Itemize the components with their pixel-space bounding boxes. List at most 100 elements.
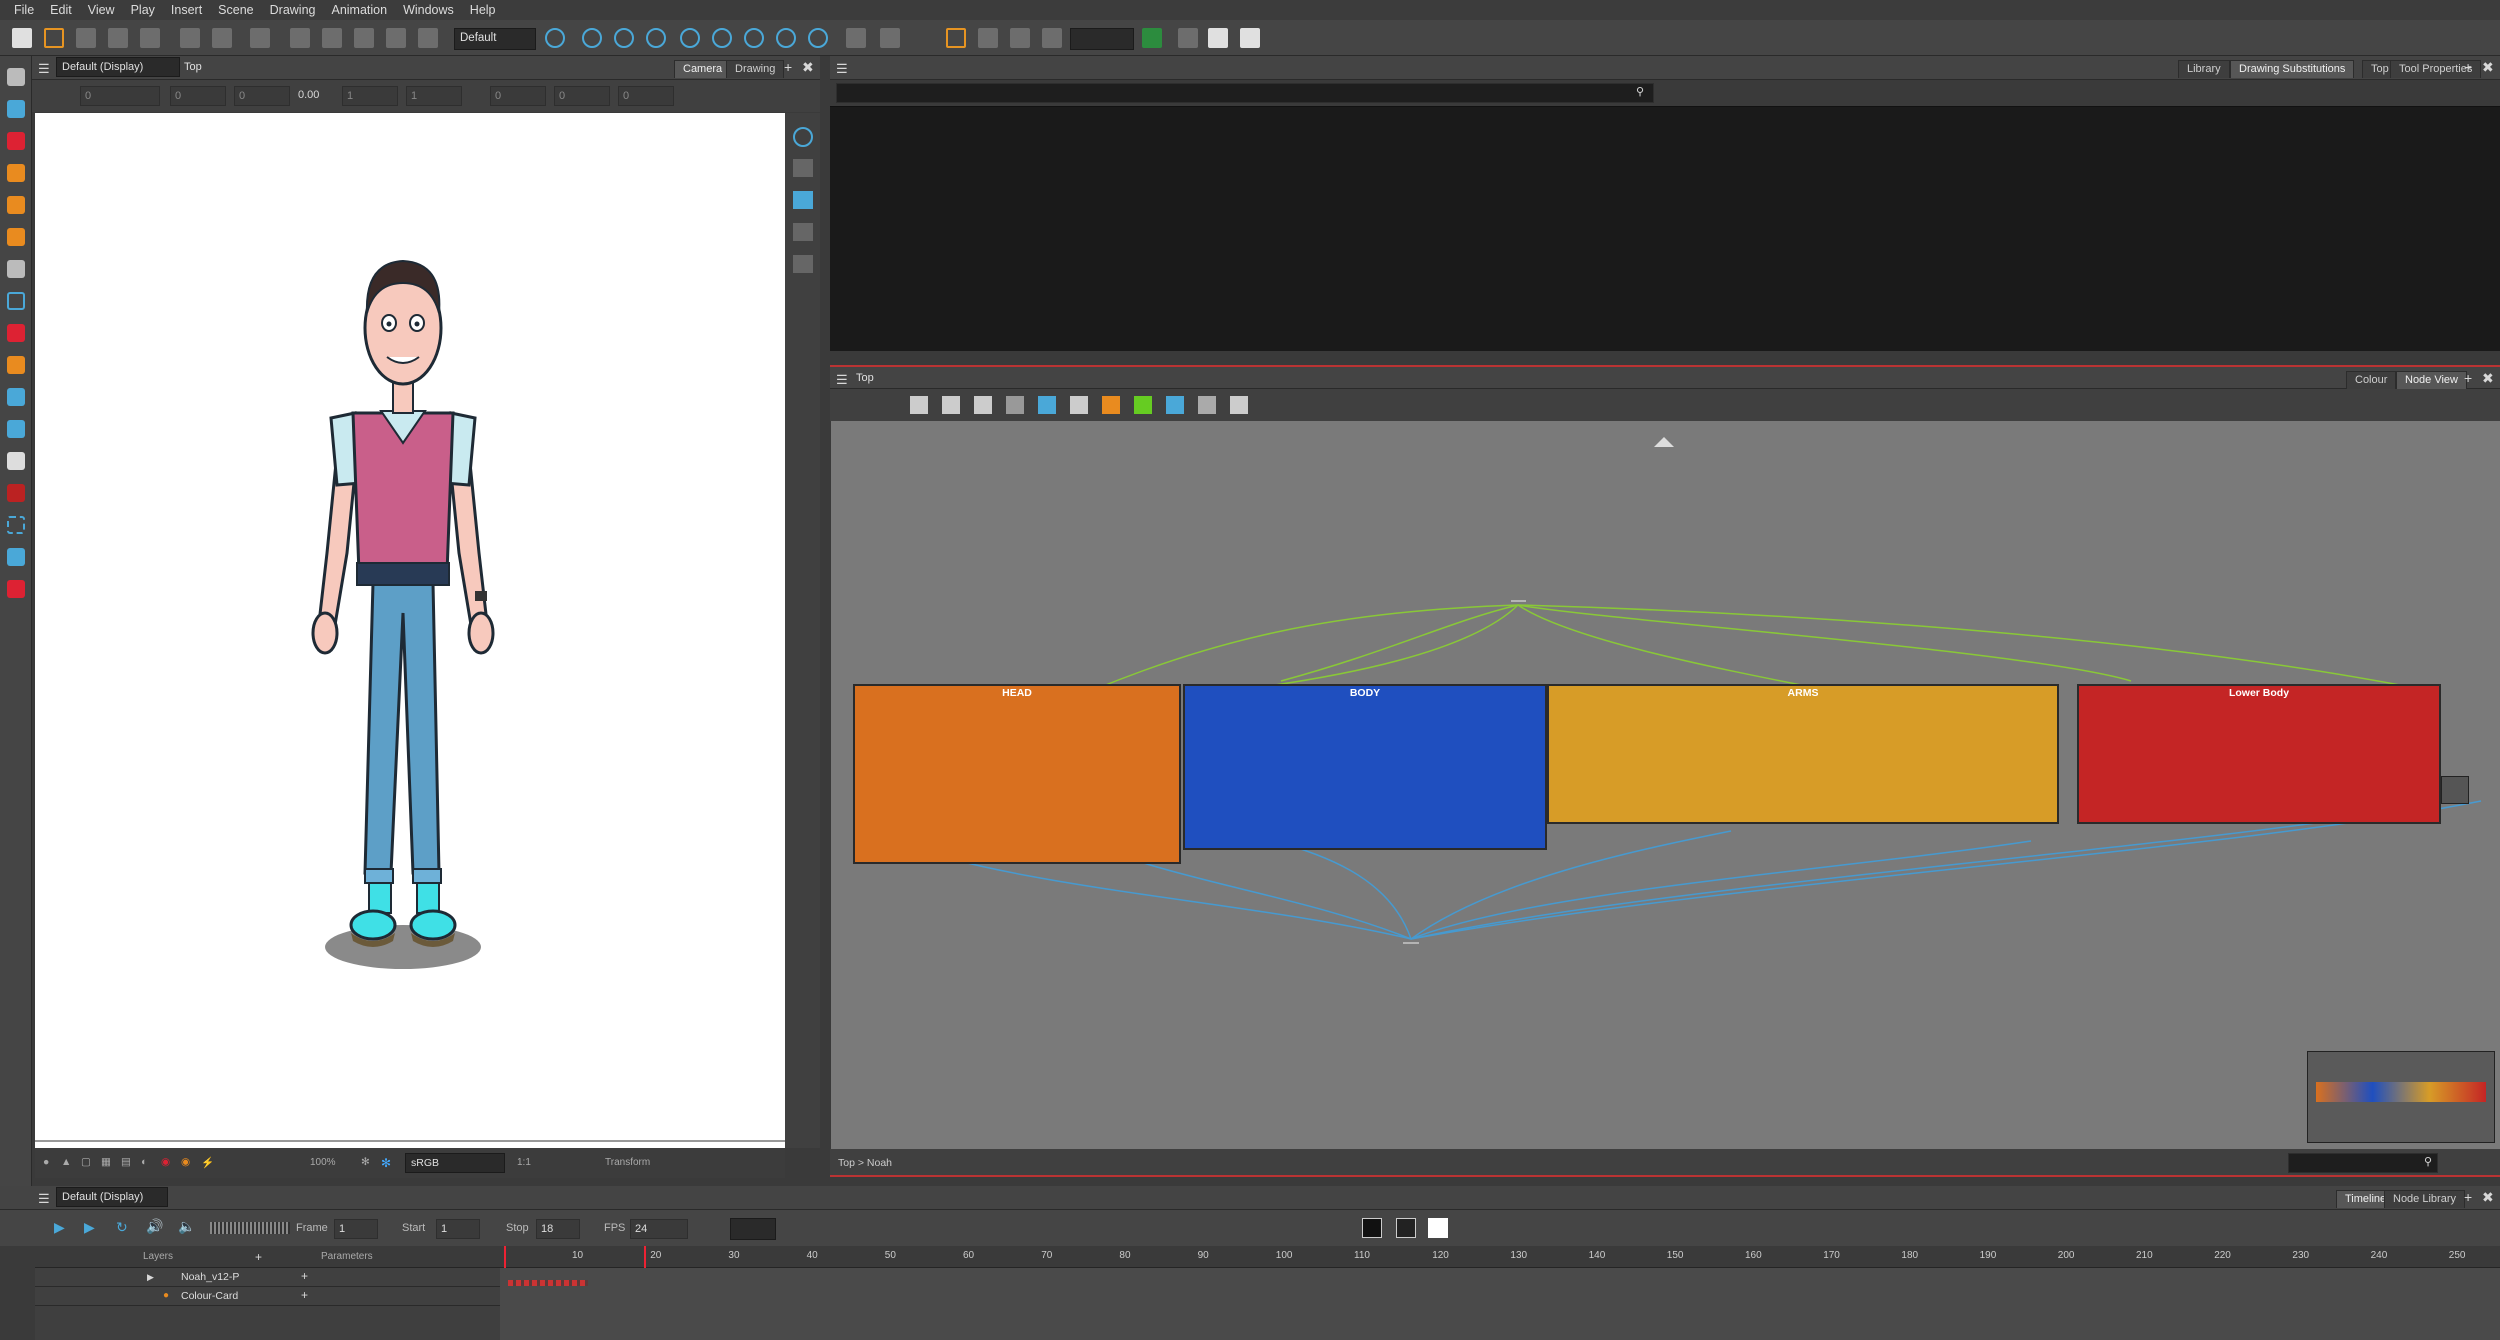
contour-editor-icon[interactable] [7,100,25,118]
node-path[interactable]: Top > Noah [838,1157,892,1169]
panel-menu-icon[interactable]: ☰ [836,372,848,388]
add-view-icon[interactable]: + [2464,59,2472,75]
polyline-icon[interactable] [7,548,25,566]
tab-node-view[interactable]: Node View [2396,371,2467,389]
scale-icon[interactable] [646,28,666,48]
eraser-icon[interactable] [7,228,25,246]
node-tool-icon[interactable] [1166,396,1184,414]
select-tool-icon[interactable] [7,68,25,86]
node-tool-icon[interactable] [942,396,960,414]
ink-icon[interactable] [7,580,25,598]
scale-y-field[interactable] [406,86,462,106]
blank-select[interactable] [1070,28,1134,50]
transform-tool-icon[interactable] [7,516,25,534]
save-as-icon[interactable] [108,28,128,48]
menu-scene[interactable]: Scene [210,3,261,17]
sound-scrub-icon[interactable]: 🔈 [178,1218,195,1235]
group-node-lower-body[interactable]: Lower Body [2077,684,2441,824]
reset-view-icon[interactable]: ▲ [61,1156,71,1168]
close-icon[interactable]: ✖ [2482,370,2494,387]
close-icon[interactable]: ✖ [802,59,814,76]
lightning-icon[interactable]: ⚡ [201,1156,214,1169]
tab-drawing-substitutions[interactable]: Drawing Substitutions [2230,60,2355,78]
add-view-icon[interactable]: + [2464,370,2472,386]
delete-icon[interactable] [418,28,438,48]
add-view-icon[interactable]: + [2464,1189,2472,1205]
node-tool-icon[interactable] [1198,396,1216,414]
undo-icon[interactable] [250,28,270,48]
safe-area-icon[interactable]: ▤ [121,1156,131,1168]
render-icon[interactable]: ✻ [381,1156,391,1170]
transform-icon[interactable] [712,28,732,48]
node-tool-icon[interactable] [1230,396,1248,414]
layers-icon[interactable] [793,191,813,209]
layer-name[interactable]: Colour-Card [181,1290,238,1302]
node-graph-area[interactable]: HEAD BODY ARMS Lower Body [831,421,2500,1149]
breadcrumb[interactable]: Top [184,61,202,73]
kinematic-icon[interactable] [808,28,828,48]
layer-order-icon[interactable] [793,255,813,273]
pivot-icon[interactable] [582,28,602,48]
flip-v-icon[interactable] [1240,28,1260,48]
light-table-icon[interactable] [793,159,813,177]
onion-skin-icon[interactable] [793,127,813,147]
menu-insert[interactable]: Insert [163,3,210,17]
tab-camera[interactable]: Camera [674,60,732,78]
stop-field[interactable] [536,1219,580,1239]
frame-icon[interactable] [946,28,966,48]
export-icon[interactable] [140,28,160,48]
new-scene-icon[interactable] [12,28,32,48]
tab-library[interactable]: Library [2178,60,2230,78]
skew-field[interactable] [554,86,610,106]
open-folder-icon[interactable] [44,28,64,48]
panel-menu-icon[interactable]: ☰ [836,61,848,77]
frame-ruler[interactable]: 10 20 30 40 50 60 70 80 90 100 110 120 130 140 150 160 1… [500,1246,2500,1268]
paste-icon[interactable] [386,28,406,48]
add-icon[interactable]: + [301,1288,308,1302]
layer-name[interactable]: Noah_v12-P [181,1271,239,1283]
stop-marker[interactable] [644,1246,646,1268]
mask-icon[interactable]: ◐ [141,1156,147,1168]
frame-icon[interactable]: ▢ [81,1156,91,1168]
search-icon[interactable]: ⚲ [2424,1155,2432,1168]
node-tool-icon[interactable] [974,396,992,414]
peg-icon[interactable] [846,28,866,48]
node-tool-icon[interactable] [1134,396,1152,414]
search-input[interactable] [836,83,1654,103]
rotate-view-icon[interactable] [614,28,634,48]
search-icon[interactable]: ⚲ [1636,85,1644,98]
lightbulb-icon[interactable]: ● [43,1156,49,1168]
tab-colour[interactable]: Colour [2346,371,2397,389]
keyframe-mode-icon[interactable] [1396,1218,1416,1238]
add-view-icon[interactable]: + [784,59,792,75]
sound-icon[interactable]: 🔊 [146,1218,163,1235]
paint-icon[interactable] [7,196,25,214]
hand-icon[interactable] [7,452,25,470]
speed-slider[interactable] [210,1222,290,1234]
play-icon[interactable]: ▶ [54,1219,65,1236]
colorspace-select[interactable]: sRGB [405,1153,505,1173]
layer-row[interactable]: ● Colour-Card + [35,1287,500,1306]
scale-x-field[interactable] [342,86,398,106]
menu-help[interactable]: Help [462,3,504,17]
loop-icon[interactable]: ↻ [116,1219,128,1236]
text-icon[interactable] [7,260,25,278]
save-icon[interactable] [76,28,96,48]
copy-icon[interactable] [354,28,374,48]
group-node-body[interactable]: BODY [1183,684,1547,850]
start-field[interactable] [436,1219,480,1239]
flip-h-icon[interactable] [1208,28,1228,48]
cutter-icon[interactable] [7,484,25,502]
timeline-display-select[interactable]: Default (Display) [56,1187,168,1207]
layer-stack-icon[interactable] [793,223,813,241]
deform-icon[interactable] [1010,28,1030,48]
workspace-select[interactable]: Default [454,28,536,50]
composite-node[interactable] [2441,776,2469,804]
menu-animation[interactable]: Animation [323,3,395,17]
menu-edit[interactable]: Edit [42,3,80,17]
playhead[interactable] [504,1246,506,1268]
skew-icon[interactable] [680,28,700,48]
y-field[interactable] [170,86,226,106]
tab-drawing[interactable]: Drawing [726,60,785,78]
redo-icon[interactable] [290,28,310,48]
